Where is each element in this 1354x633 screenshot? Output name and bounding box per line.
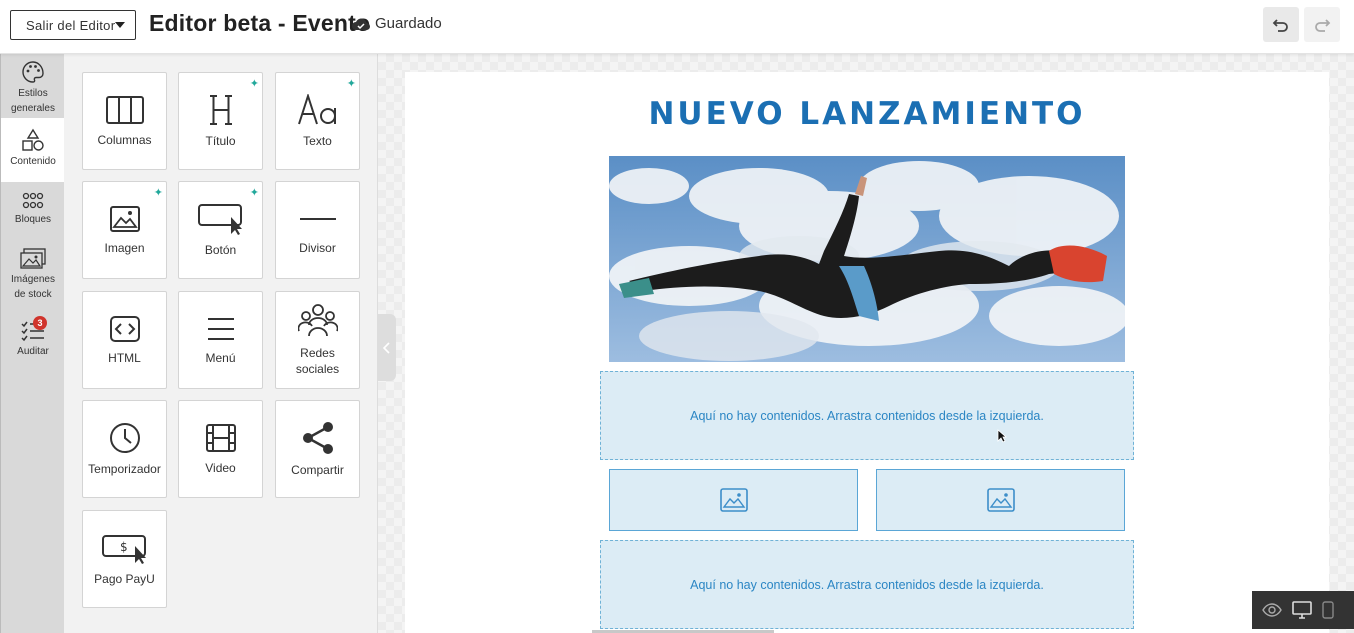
tile-divisor[interactable]: Divisor — [275, 181, 360, 279]
tile-label: Columnas — [97, 133, 152, 147]
palette-icon — [22, 61, 44, 83]
svg-text:$: $ — [120, 540, 128, 554]
email-headline[interactable]: NUEVO LANZAMIENTO — [405, 96, 1329, 132]
grid-icon — [22, 192, 44, 209]
text-icon — [297, 94, 336, 125]
tile-menu[interactable]: Menú — [178, 291, 263, 389]
mobile-view-icon[interactable] — [1322, 601, 1334, 619]
exit-editor-label: Salir del Editor — [26, 17, 116, 33]
save-status: Guardado — [351, 15, 442, 32]
tile-redes-sociales[interactable]: Redes sociales — [275, 291, 360, 389]
tile-columnas[interactable]: Columnas — [82, 72, 167, 170]
empty-dropzone[interactable]: Aquí no hay contenidos. Arrastra conteni… — [600, 371, 1134, 460]
tile-label: Imagen — [104, 241, 145, 255]
tile-label: Temporizador — [88, 462, 161, 476]
sidebar-item-label: Imágenes de stock — [11, 274, 55, 300]
tile-label: Video — [205, 461, 236, 475]
dropzone-message: Aquí no hay contenidos. Arrastra conteni… — [690, 577, 1044, 592]
payment-icon: $ — [101, 535, 146, 564]
cloud-icon — [352, 18, 370, 30]
image-placeholder-right[interactable] — [876, 469, 1125, 531]
image-icon — [109, 206, 140, 232]
tile-label: Compartir — [291, 463, 344, 477]
sidebar-item-label: Bloques — [14, 214, 52, 225]
desktop-view-icon[interactable] — [1292, 601, 1312, 619]
caret-down-icon — [115, 22, 125, 28]
sidebar-item-label: Contenido — [10, 156, 56, 167]
tile-label: Menú — [205, 351, 236, 365]
shapes-icon — [22, 128, 44, 151]
chevron-left-icon — [383, 341, 390, 354]
sparkle-icon: ✦ — [153, 187, 163, 199]
button-icon — [197, 204, 242, 235]
redo-button[interactable] — [1304, 7, 1340, 42]
saved-label: Guardado — [375, 15, 442, 32]
mouse-cursor-icon — [997, 429, 1008, 448]
tile-imagen[interactable]: ✦ Imagen — [82, 181, 167, 279]
social-icon — [297, 304, 338, 337]
sidebar-item-label: Estilos generales — [11, 88, 55, 114]
page-title: Editor beta - Evento — [149, 10, 371, 36]
columns-icon — [105, 96, 144, 124]
sidebar-item-estilos[interactable]: Estilos generales — [1, 58, 65, 118]
empty-dropzone-2[interactable]: Aquí no hay contenidos. Arrastra conteni… — [600, 540, 1134, 629]
share-icon — [302, 422, 333, 454]
divider-icon — [299, 218, 336, 220]
audit-count-badge: 3 — [33, 316, 47, 330]
hero-runner-image — [609, 156, 1125, 362]
tile-label: Redes sociales — [295, 346, 340, 376]
sidebar-item-label: Auditar — [17, 346, 49, 357]
sparkle-icon: ✦ — [249, 78, 259, 90]
view-toolbar — [1252, 591, 1354, 629]
clock-icon — [109, 423, 140, 453]
tile-label: Botón — [204, 243, 237, 257]
heading-icon — [209, 95, 232, 125]
redo-icon — [1315, 18, 1331, 32]
tile-label: HTML — [108, 351, 141, 365]
tile-titulo[interactable]: ✦ Título — [178, 72, 263, 170]
tile-label: Título — [205, 134, 236, 148]
tile-video[interactable]: Video — [178, 400, 263, 498]
menu-icon — [207, 318, 234, 340]
tile-pago-payu[interactable]: $ Pago PayU — [82, 510, 167, 608]
content-panel: Columnas ✦ Título ✦ Texto ✦ Imagen ✦ Bot… — [64, 54, 378, 633]
image-placeholder-icon — [719, 488, 748, 512]
dropzone-message: Aquí no hay contenidos. Arrastra conteni… — [690, 408, 1044, 423]
tile-label: Divisor — [299, 241, 336, 255]
sidebar-item-contenido[interactable]: Contenido — [1, 118, 65, 182]
tile-temporizador[interactable]: Temporizador — [82, 400, 167, 498]
hero-image[interactable] — [609, 156, 1125, 362]
collapse-panel-handle[interactable] — [378, 314, 396, 381]
images-icon — [20, 248, 46, 269]
sparkle-icon: ✦ — [249, 187, 259, 199]
preview-eye-icon[interactable] — [1262, 603, 1282, 617]
film-icon — [205, 424, 236, 452]
tile-label: Pago PayU — [94, 572, 155, 586]
sidebar-item-bloques[interactable]: Bloques — [1, 192, 65, 236]
top-bar: Salir del Editor Editor beta - Evento Gu… — [0, 0, 1354, 54]
tile-boton[interactable]: ✦ Botón — [178, 181, 263, 279]
undo-icon — [1272, 18, 1288, 32]
tile-compartir[interactable]: Compartir — [275, 400, 360, 498]
image-placeholder-left[interactable] — [609, 469, 858, 531]
tile-label: Texto — [303, 134, 332, 148]
sparkle-icon: ✦ — [346, 78, 356, 90]
tile-html[interactable]: HTML — [82, 291, 167, 389]
sidebar-rail: Estilos generales Contenido Bloques Imág… — [0, 54, 65, 633]
image-placeholder-icon — [986, 488, 1015, 512]
exit-editor-button[interactable]: Salir del Editor — [10, 10, 136, 40]
sidebar-item-imagenes[interactable]: Imágenes de stock — [1, 248, 65, 302]
undo-button[interactable] — [1263, 7, 1299, 42]
code-icon — [109, 316, 140, 342]
tile-texto[interactable]: ✦ Texto — [275, 72, 360, 170]
